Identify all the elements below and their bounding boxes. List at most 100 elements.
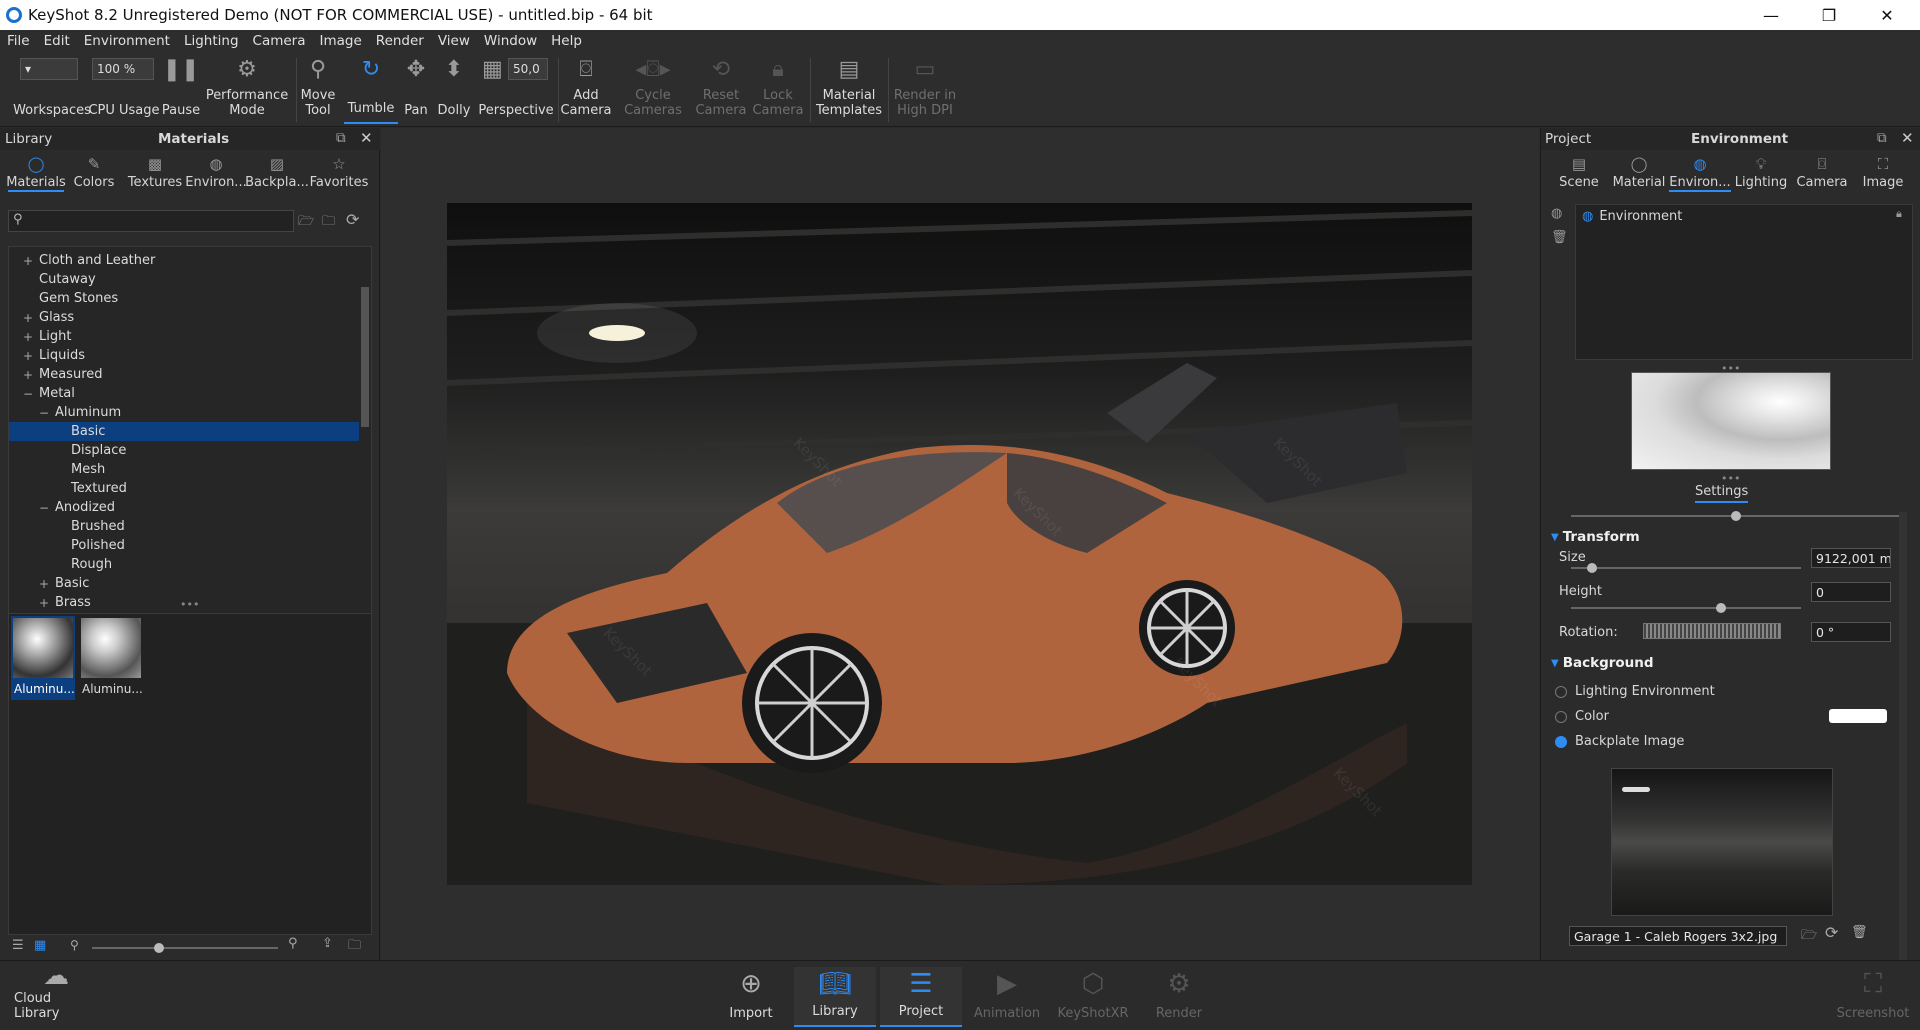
tree-item[interactable]: Mesh	[9, 460, 359, 479]
tab-camera[interactable]: ⌼ Camera	[1791, 152, 1853, 192]
radio-backplate-image[interactable]: Backplate Image	[1555, 734, 1684, 749]
material-thumbnail[interactable]: Aluminu...	[79, 616, 143, 700]
close-panel-icon[interactable]: ✕	[360, 129, 373, 147]
menu-render[interactable]: Render	[369, 30, 431, 52]
screenshot-button[interactable]: ⛶ Screenshot	[1832, 967, 1914, 1027]
menu-camera[interactable]: Camera	[246, 30, 313, 52]
tab-material[interactable]: ◯ Material	[1609, 152, 1669, 192]
zoom-out-icon[interactable]: ⚲	[70, 938, 79, 952]
brightness-slider[interactable]	[1571, 511, 1901, 521]
menu-image[interactable]: Image	[313, 30, 369, 52]
dolly-button[interactable]: ⬍ Dolly	[434, 56, 474, 124]
hdri-preview[interactable]	[1631, 372, 1831, 470]
tree-item[interactable]: Displace	[9, 441, 359, 460]
tree-item[interactable]: − Aluminum	[9, 403, 359, 422]
collapse-icon[interactable]: −	[39, 501, 51, 515]
tree-item[interactable]: Gem Stones	[9, 289, 359, 308]
tree-item[interactable]: Cutaway	[9, 270, 359, 289]
restore-button[interactable]: ❐	[1800, 0, 1858, 30]
expand-icon[interactable]: +	[39, 577, 51, 591]
library-button[interactable]: 📖︎ Library	[794, 967, 876, 1027]
tree-item[interactable]: Basic	[9, 422, 359, 441]
radio-button[interactable]	[1555, 710, 1567, 723]
tree-item[interactable]: Textured	[9, 479, 359, 498]
tree-item[interactable]: + Cloth and Leather	[9, 251, 359, 270]
folder-add-icon[interactable]: 🗀︎	[322, 212, 335, 234]
tab-colors[interactable]: ✎ Colors	[64, 152, 124, 192]
rotation-input[interactable]: 0 °	[1811, 622, 1891, 642]
lock-camera-button[interactable]: 🔒︎ Lock Camera	[752, 56, 804, 124]
material-thumbnail[interactable]: Aluminu...	[11, 616, 75, 700]
close-button[interactable]: ✕	[1858, 0, 1916, 30]
slider-knob[interactable]	[154, 943, 164, 953]
folder-icon[interactable]: 🗀︎	[348, 936, 361, 958]
tab-textures[interactable]: ▩ Textures	[124, 152, 186, 192]
expand-icon[interactable]: +	[23, 349, 35, 363]
expand-icon[interactable]: +	[23, 311, 35, 325]
minimize-button[interactable]: —	[1742, 0, 1800, 30]
workspaces-button[interactable]: Workspaces	[8, 56, 96, 124]
material-templates-button[interactable]: ▤ Material Templates	[814, 56, 884, 124]
tumble-button[interactable]: ↻ Tumble	[344, 56, 398, 124]
radio-lighting-environment[interactable]: Lighting Environment	[1555, 684, 1715, 699]
menu-view[interactable]: View	[431, 30, 477, 52]
tree-item[interactable]: − Metal	[9, 384, 359, 403]
menu-edit[interactable]: Edit	[37, 30, 77, 52]
cpu-usage-button[interactable]: CPU Usage	[88, 56, 160, 124]
slider-knob[interactable]	[1587, 563, 1597, 573]
rotation-dial[interactable]	[1643, 623, 1781, 639]
pause-button[interactable]: ❚❚ Pause	[160, 56, 202, 124]
list-view-icon[interactable]: ☰	[12, 938, 24, 953]
tab-environments[interactable]: ◍ Environ...	[185, 152, 246, 192]
tree-item[interactable]: − Anodized	[9, 498, 359, 517]
import-button[interactable]: ⊕ Import	[710, 967, 792, 1027]
cloud-library-button[interactable]: ☁ Cloud Library	[14, 961, 98, 1027]
tree-item[interactable]: + Basic	[9, 574, 359, 593]
render-high-dpi-button[interactable]: ▭ Render in High DPI	[892, 56, 958, 124]
expand-icon[interactable]: +	[39, 596, 51, 610]
menu-environment[interactable]: Environment	[77, 30, 177, 52]
menu-file[interactable]: File	[0, 30, 37, 52]
expand-icon[interactable]: +	[23, 330, 35, 344]
zoom-in-icon[interactable]: ⚲	[288, 936, 298, 951]
tree-item[interactable]: + Light	[9, 327, 359, 346]
add-camera-button[interactable]: ⌼ Add Camera	[560, 56, 612, 124]
move-tool-button[interactable]: ⚲ Move Tool	[298, 56, 338, 124]
float-panel-icon[interactable]: ⧉	[1877, 130, 1887, 146]
menu-lighting[interactable]: Lighting	[177, 30, 246, 52]
slider-knob[interactable]	[1731, 511, 1741, 521]
trash-icon[interactable]: 🗑︎	[1851, 925, 1868, 940]
menu-help[interactable]: Help	[544, 30, 589, 52]
settings-subtab[interactable]: Settings	[1695, 484, 1749, 503]
expand-icon[interactable]: +	[23, 368, 35, 382]
refresh-icon[interactable]: ⟳	[1825, 923, 1838, 942]
lock-icon[interactable]: 🔒︎	[1896, 207, 1902, 221]
tree-item[interactable]: Polished	[9, 536, 359, 555]
trash-icon[interactable]: 🗑︎	[1551, 230, 1568, 245]
transform-section-header[interactable]: ▼ Transform	[1551, 526, 1891, 548]
open-folder-icon[interactable]: 🗁︎	[1801, 926, 1817, 948]
backplate-file-input[interactable]: Garage 1 - Caleb Rogers 3x2.jpg	[1569, 926, 1787, 946]
height-input[interactable]: 0	[1811, 582, 1891, 602]
environment-add-icon[interactable]: ◍	[1551, 206, 1562, 221]
thumbnail-size-slider[interactable]	[92, 943, 278, 953]
radio-button[interactable]	[1555, 735, 1567, 748]
grid-view-icon[interactable]: ▦	[34, 938, 46, 953]
collapse-icon[interactable]: −	[23, 387, 35, 401]
library-search-input[interactable]: ⚲	[8, 210, 294, 232]
tree-item[interactable]: Brushed	[9, 517, 359, 536]
settings-scrollbar[interactable]	[1899, 512, 1907, 962]
collapse-icon[interactable]: −	[39, 406, 51, 420]
tab-image[interactable]: ⛶ Image	[1853, 152, 1913, 192]
tab-backplates[interactable]: ▨ Backpla...	[245, 152, 309, 192]
tree-item[interactable]: Rough	[9, 555, 359, 574]
backplate-preview[interactable]	[1611, 768, 1833, 916]
reset-camera-button[interactable]: ⟲ Reset Camera	[690, 56, 752, 124]
radio-button[interactable]	[1555, 685, 1567, 698]
render-view[interactable]: KeyShot KeyShot KeyShot KeyShot KeyShot …	[447, 203, 1472, 885]
background-section-header[interactable]: ▼ Background	[1551, 652, 1891, 674]
tab-scene[interactable]: ▤ Scene	[1549, 152, 1609, 192]
tab-lighting[interactable]: 💡︎ Lighting	[1731, 152, 1791, 192]
project-button[interactable]: ☰ Project	[880, 967, 962, 1027]
performance-mode-button[interactable]: ⚙ Performance Mode	[206, 56, 288, 124]
